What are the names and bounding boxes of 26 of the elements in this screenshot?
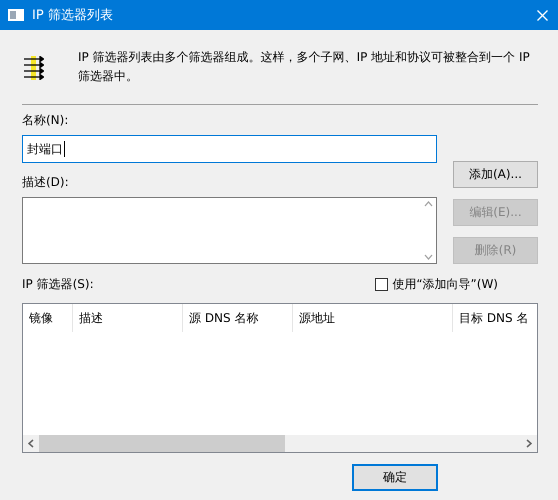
filter-list-icon [22,56,44,80]
scroll-right-icon[interactable] [526,439,532,448]
field-label: 名称(N): [22,113,70,127]
intro-text: IP 筛选器列表由多个筛选器组成。这样，多个子网、IP 地址和协议可被整合到一个 IP 筛选器中。 [78,49,531,85]
column-header[interactable]: 源 DNS 名称 [183,304,293,332]
column-header[interactable]: 描述 [73,304,183,332]
checkbox-label[interactable]: 使用“添加向导”(W) [392,276,498,292]
checkbox[interactable] [375,278,388,290]
description-field[interactable] [22,197,437,264]
scroll-up-icon[interactable] [424,201,432,207]
horizontal-scrollbar[interactable] [23,435,537,452]
column-header[interactable]: 源地址 [293,304,453,332]
list-label: IP 筛选器(S): [22,276,94,292]
scroll-thumb[interactable] [39,435,285,452]
close-icon[interactable] [537,10,548,20]
field-value: 封端口 [27,140,63,158]
window-title: IP 筛选器列表 [32,7,114,24]
name-field[interactable]: 封端口 [22,135,437,163]
column-header[interactable]: 镜像 [23,304,73,332]
field-label: 描述(D): [22,175,70,189]
column-header[interactable]: 目标 DNS 名 [453,304,537,332]
action-button[interactable]: 添加(A)... [453,161,538,188]
window-icon [8,9,24,21]
scroll-down-icon[interactable] [424,254,432,260]
scroll-left-icon[interactable] [28,439,34,448]
ok-button[interactable]: 确定 [352,464,438,491]
